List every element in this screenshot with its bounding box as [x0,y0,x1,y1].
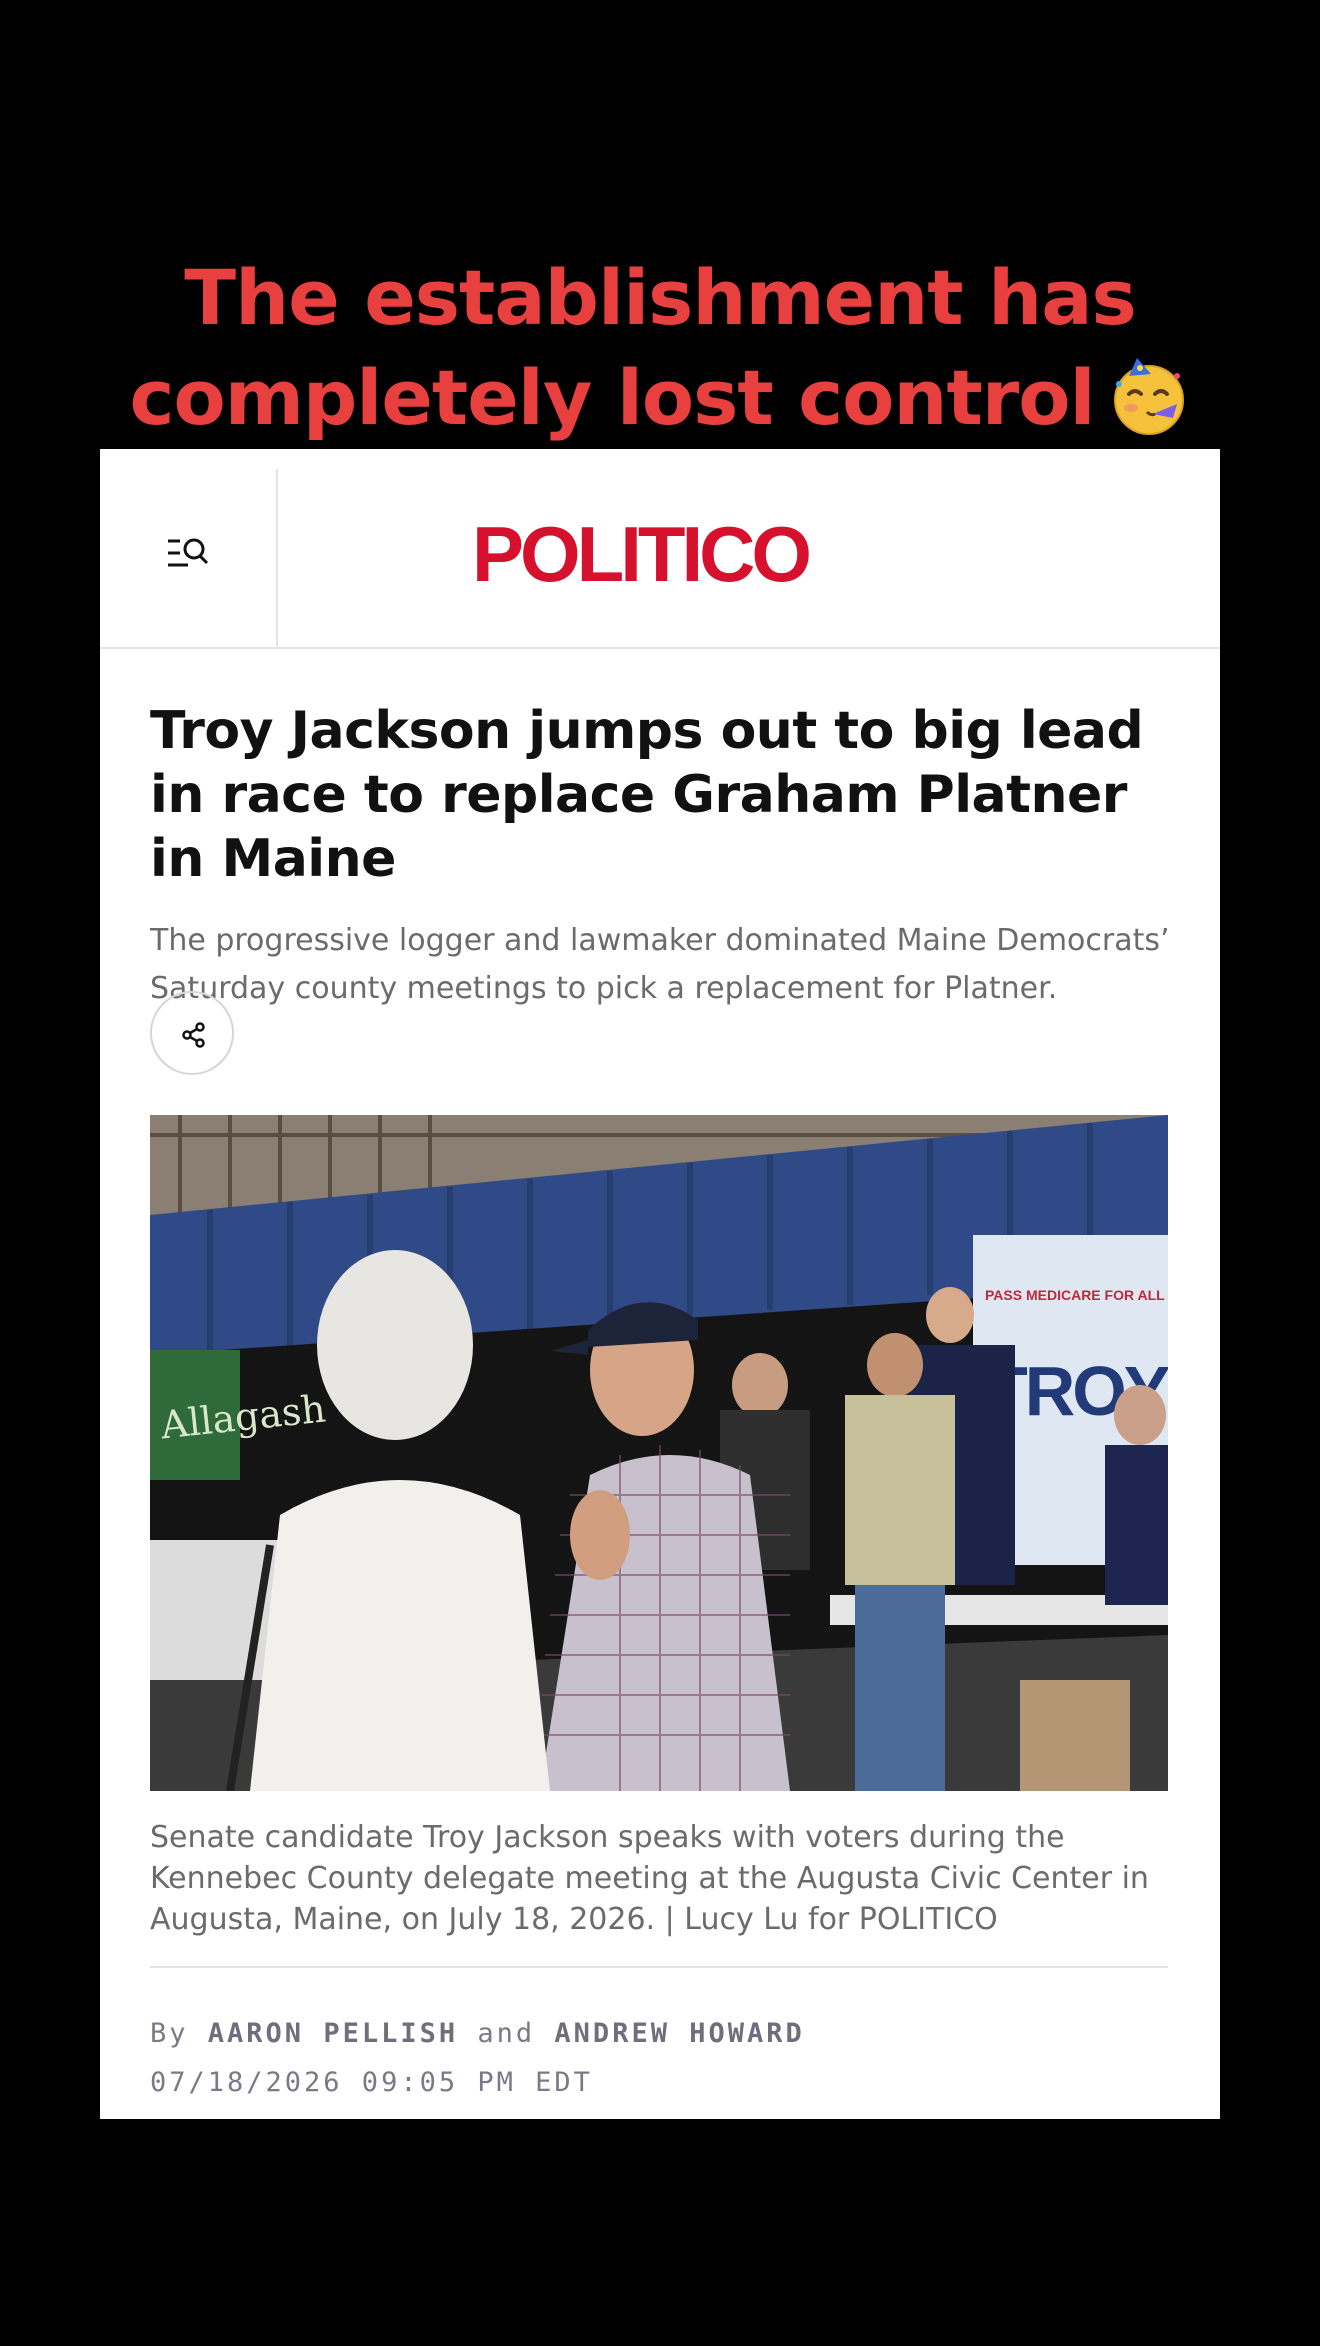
site-header: POLITICO [100,449,1220,649]
logo-text: POLITICO [472,519,809,589]
byline-prefix: By [150,2018,189,2049]
caption-divider [150,1966,1168,1968]
overlay-caption-line-2: completely lost control [0,348,1320,448]
author-link-1[interactable]: AARON PELLISH [208,2018,458,2049]
photo-illustration: Allagash PASS MEDICARE FOR ALL TROY JACK… [150,1115,1168,1791]
photo-caption: Senate candidate Troy Jackson speaks wit… [150,1820,1149,1937]
overlay-caption-line-2-text: completely lost control [129,353,1095,442]
byline: By AARON PELLISH and ANDREW HOWARD [150,2018,805,2049]
article-dek: The progressive logger and lawmaker domi… [150,923,1170,1006]
share-button[interactable] [150,991,234,1075]
byline-conj: and [477,2018,536,2049]
politico-logo[interactable]: POLITICO [470,519,810,589]
photo-sign-text: PASS MEDICARE FOR ALL [985,1287,1165,1303]
author-link-2[interactable]: ANDREW HOWARD [554,2018,804,2049]
article-header: Troy Jackson jumps out to big lead in ra… [150,699,1170,1013]
menu-search-icon [168,538,209,567]
share-icon [182,1022,205,1048]
overlay-caption: The establishment has completely lost co… [0,248,1320,448]
article-card: POLITICO Troy Jackson jumps out to big l… [100,449,1220,2119]
article-headline: Troy Jackson jumps out to big lead in ra… [150,701,1144,889]
article-photo[interactable]: Allagash PASS MEDICARE FOR ALL TROY JACK… [150,1115,1168,1791]
publish-timestamp: 07/18/2026 09:05 PM EDT [150,2067,593,2098]
partying-face-emoji-icon [1113,358,1184,435]
overlay-caption-line-1: The establishment has [184,253,1136,342]
menu-search-button[interactable] [100,469,278,647]
